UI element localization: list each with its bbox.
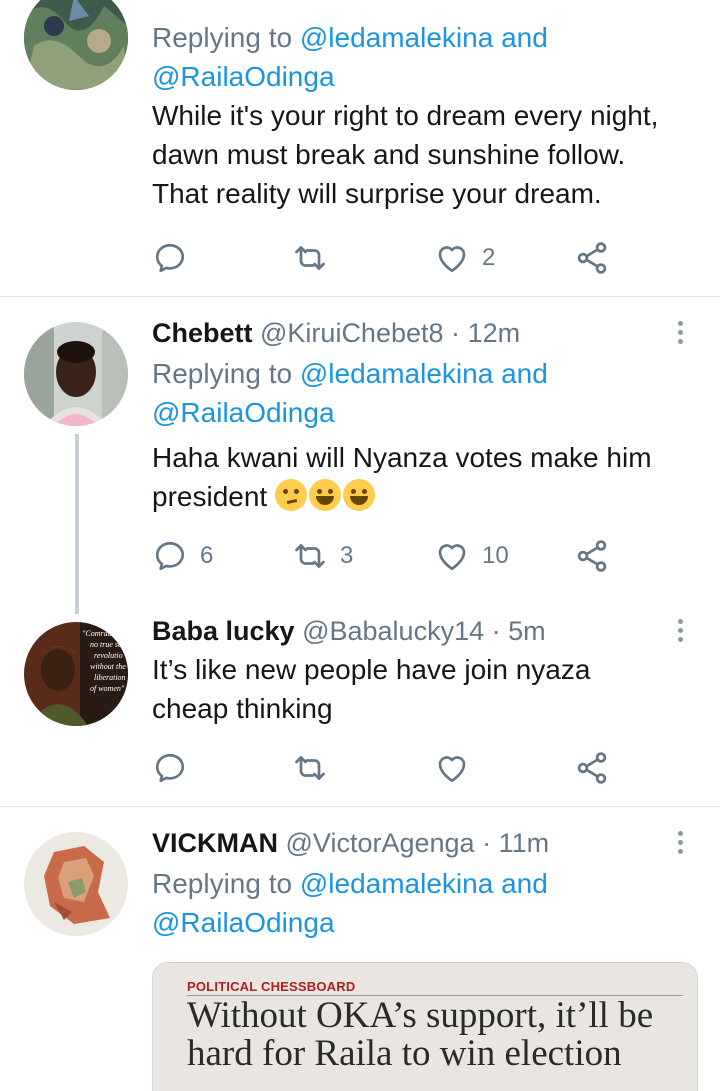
tweet-text-line: Haha kwani will Nyanza votes make him	[152, 442, 652, 473]
media-image[interactable]: POLITICAL CHESSBOARD Without OKA’s suppo…	[152, 962, 698, 1091]
retweet-count: 3	[340, 542, 354, 569]
tweet-header: Chebett @KiruiChebet8 · 12m	[152, 316, 690, 350]
more-options-icon[interactable]	[670, 828, 690, 858]
tears-of-joy-emoji	[308, 479, 341, 511]
tweet-text-line: It’s like new people have join nyaza	[152, 654, 591, 685]
like-button[interactable]	[434, 748, 482, 788]
tears-of-joy-emoji	[342, 479, 375, 511]
share-icon	[577, 540, 607, 572]
timestamp[interactable]: 12m	[468, 318, 521, 348]
reply-icon	[155, 541, 185, 571]
user-handle[interactable]: @KiruiChebet8	[260, 318, 444, 348]
timestamp[interactable]: 11m	[499, 828, 550, 858]
replying-prefix: Replying to	[152, 22, 293, 53]
display-name[interactable]: VICKMAN	[152, 828, 278, 858]
tweet-text-line: dawn must break and sunshine follow.	[152, 139, 626, 170]
tweet-text: While it's your right to dream every nig…	[152, 96, 690, 213]
tweet-text: Haha kwani will Nyanza votes make him pr…	[152, 438, 690, 516]
share-icon	[577, 752, 607, 784]
replying-to: Replying to @ledamalekina and @RailaOdin…	[152, 18, 690, 96]
replying-to: Replying to @ledamalekina and @RailaOdin…	[152, 354, 690, 432]
thread-line	[75, 434, 79, 614]
news-headline: Without OKA’s support, it’ll be hard for…	[187, 995, 654, 1074]
retweet-button[interactable]	[292, 748, 340, 788]
mention-link[interactable]: @RailaOdinga	[152, 61, 335, 92]
mention-link[interactable]: @ledamalekina	[300, 22, 493, 53]
svg-text:liberation: liberation	[94, 673, 126, 682]
retweet-button[interactable]: 3	[292, 536, 353, 576]
user-handle[interactable]: @Babalucky14	[302, 616, 484, 646]
like-count: 2	[482, 244, 496, 271]
display-name[interactable]: Baba lucky	[152, 616, 295, 646]
replying-prefix: Replying to	[152, 358, 293, 389]
tweet-text-line: president	[152, 477, 690, 516]
svg-text:of women": of women"	[90, 684, 125, 693]
timestamp[interactable]: 5m	[508, 616, 546, 646]
tweet-text-line: cheap thinking	[152, 693, 333, 724]
thinking-face-emoji	[274, 479, 307, 511]
avatar[interactable]	[24, 0, 128, 90]
separator-dot: ·	[482, 828, 492, 858]
share-button[interactable]	[574, 748, 610, 788]
like-button[interactable]: 2	[434, 238, 495, 278]
reply-button[interactable]: 6	[152, 536, 213, 576]
and-word: and	[501, 22, 548, 53]
avatar[interactable]	[24, 832, 128, 936]
tweet-actions: 2	[152, 238, 622, 278]
svg-text:without the: without the	[90, 662, 126, 671]
reply-icon	[155, 243, 185, 273]
mention-link[interactable]: @RailaOdinga	[152, 397, 335, 428]
and-word: and	[501, 868, 548, 899]
user-handle[interactable]: @VictorAgenga	[286, 828, 475, 858]
heart-icon	[438, 246, 466, 273]
retweet-icon	[295, 246, 325, 270]
replying-to: Replying to @ledamalekina and @RailaOdin…	[152, 864, 690, 942]
tweet-text: It’s like new people have join nyaza che…	[152, 650, 690, 728]
retweet-icon	[295, 544, 325, 568]
reply-icon	[155, 753, 185, 783]
tweet-divider	[0, 806, 720, 807]
heart-icon	[438, 756, 466, 783]
retweet-icon	[295, 756, 325, 780]
tweet-actions: 6 3 10	[152, 536, 622, 576]
news-kicker: POLITICAL CHESSBOARD	[187, 979, 356, 994]
retweet-button[interactable]	[292, 238, 340, 278]
like-button[interactable]: 10	[434, 536, 509, 576]
svg-text:revolutio: revolutio	[94, 651, 123, 660]
heart-icon	[438, 544, 466, 571]
tweet-actions	[152, 748, 622, 788]
more-options-icon[interactable]	[670, 616, 690, 646]
replying-prefix: Replying to	[152, 868, 293, 899]
reply-button[interactable]	[152, 748, 200, 788]
display-name[interactable]: Chebett	[152, 318, 253, 348]
separator-dot: ·	[451, 318, 461, 348]
share-button[interactable]	[574, 536, 610, 576]
svg-text:no true so: no true so	[90, 640, 122, 649]
mention-link[interactable]: @RailaOdinga	[152, 907, 335, 938]
tweet-text-word: president	[152, 481, 268, 512]
mention-link[interactable]: @ledamalekina	[300, 868, 493, 899]
tweet-text-line: While it's your right to dream every nig…	[152, 100, 659, 131]
like-count: 10	[482, 542, 509, 569]
more-options-icon[interactable]	[670, 318, 690, 348]
avatar[interactable]	[24, 322, 128, 426]
and-word: and	[501, 358, 548, 389]
tweet-header: VICKMAN @VictorAgenga · 11m	[152, 826, 690, 860]
avatar[interactable]: "Comrades, no true so revolutio without …	[24, 622, 128, 726]
reply-count: 6	[200, 542, 214, 569]
separator-dot: ·	[491, 616, 501, 646]
tweet-divider	[0, 296, 720, 297]
tweet-header: Baba lucky @Babalucky14 · 5m	[152, 614, 690, 648]
share-button[interactable]	[574, 238, 610, 278]
reply-button[interactable]	[152, 238, 200, 278]
mention-link[interactable]: @ledamalekina	[300, 358, 493, 389]
tweet-text-line: That reality will surprise your dream.	[152, 178, 602, 209]
svg-text:"Comrades,: "Comrades,	[82, 629, 120, 638]
share-icon	[577, 242, 607, 274]
